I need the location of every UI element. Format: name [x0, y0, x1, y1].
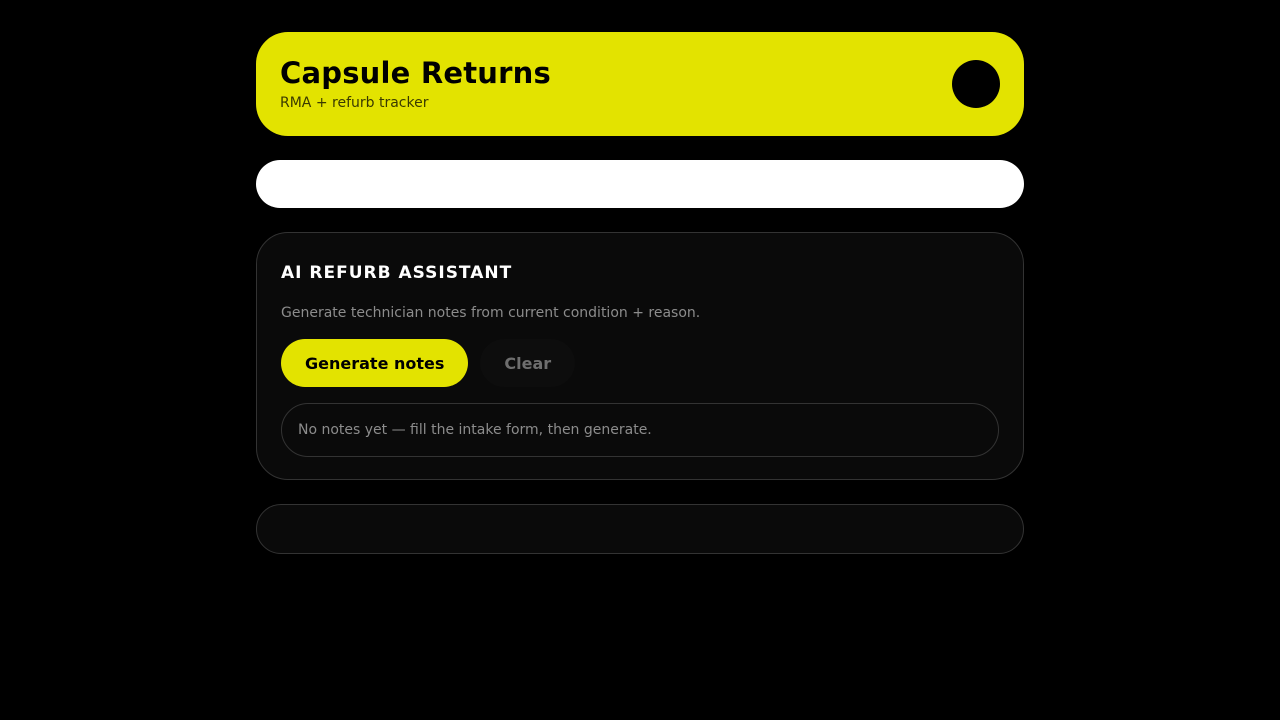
avatar[interactable] — [952, 60, 1000, 108]
ai-refurb-assistant-card: AI REFURB ASSISTANT Generate technician … — [256, 232, 1024, 480]
app-title: Capsule Returns — [280, 56, 551, 90]
action-row: Generate notes Clear — [281, 339, 999, 387]
card-title: AI REFURB ASSISTANT — [281, 263, 513, 283]
title-block: Capsule Returns RMA + refurb tracker — [280, 55, 551, 113]
search-input[interactable] — [256, 160, 1024, 208]
clear-button[interactable]: Clear — [480, 339, 576, 387]
notes-output: No notes yet — fill the intake form, the… — [281, 403, 999, 457]
card-description: Generate technician notes from current c… — [281, 305, 701, 321]
app-header: Capsule Returns RMA + refurb tracker — [256, 32, 1024, 136]
app-container: Capsule Returns RMA + refurb tracker AI … — [256, 0, 1024, 554]
generate-notes-button[interactable]: Generate notes — [281, 339, 469, 387]
bottom-panel — [256, 504, 1024, 554]
app-subtitle: RMA + refurb tracker — [280, 95, 429, 111]
